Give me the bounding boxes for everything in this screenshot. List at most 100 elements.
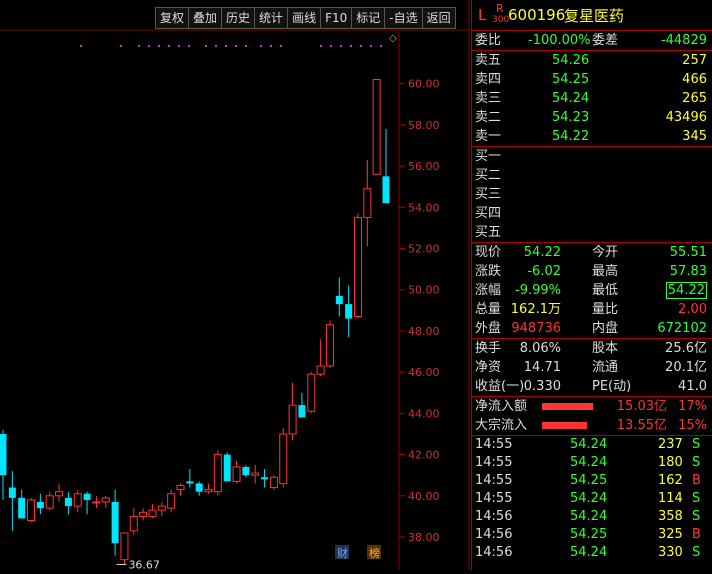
candlestick-chart[interactable]: 38.00 40.00 42.00 44.00 46.00 48.00 50.00 52.00… — [0, 0, 470, 571]
candle-body-up[interactable] — [129, 515, 138, 532]
candle-body-up[interactable] — [353, 217, 362, 317]
low-marker-label: 36.67 — [128, 558, 160, 570]
fundamental-label: 净资 — [475, 360, 502, 375]
event-dot — [158, 45, 160, 47]
fundamental-value: 20.1亿 — [665, 360, 707, 375]
fundamental-value: 41.0 — [678, 379, 707, 394]
entrust-diff-label: 委差 — [592, 33, 619, 48]
overlay-button[interactable]: 叠加 — [188, 7, 223, 29]
bid-level-label: 买一 — [475, 149, 502, 164]
candle-body-up[interactable] — [92, 501, 101, 504]
market-flag: L — [478, 6, 487, 24]
event-dot — [80, 45, 82, 47]
candle-body-up[interactable] — [73, 493, 82, 507]
candle-body-up[interactable] — [139, 511, 148, 517]
tick-time: 14:55 — [475, 455, 513, 470]
candle-body-up[interactable] — [45, 495, 54, 509]
candle-body-down[interactable] — [335, 295, 343, 305]
bid-level-label: 买四 — [475, 206, 502, 221]
remove-watchlist-button[interactable]: -自选 — [384, 7, 423, 29]
chart-canvas: 38.00 40.00 42.00 44.00 46.00 48.00 50.00 52.00… — [0, 0, 470, 571]
candle-body-down[interactable] — [83, 493, 91, 500]
candle-body-up[interactable] — [316, 365, 325, 375]
ask-price: 54.22 — [552, 129, 590, 144]
candle-body-down[interactable] — [111, 501, 119, 544]
candle-body-down[interactable] — [298, 405, 306, 418]
flow-amount: 13.55亿 — [616, 418, 667, 433]
candle-body-down[interactable] — [64, 497, 72, 507]
quote-value: 55.51 — [669, 245, 707, 260]
event-dot — [260, 45, 262, 47]
event-dot — [215, 45, 217, 47]
candle-body-up[interactable] — [101, 497, 110, 503]
ask-price: 54.24 — [552, 91, 590, 106]
candle-body-down[interactable] — [18, 497, 26, 519]
quote-label: 涨跌 — [475, 264, 502, 279]
draw-line-button[interactable]: 画线 — [287, 7, 322, 29]
y-tick-label: 40.00 — [408, 490, 440, 503]
bid-row: 买二 — [472, 166, 712, 185]
candle-body-down[interactable] — [195, 483, 203, 492]
candle-body-down[interactable] — [261, 477, 269, 480]
candle-body-down[interactable] — [345, 304, 353, 319]
candle-body-up[interactable] — [167, 493, 176, 509]
tick-volume: 358 — [658, 509, 683, 524]
y-tick-label: 50.00 — [408, 284, 440, 297]
candle-body-up[interactable] — [269, 476, 278, 489]
candle-body-up[interactable] — [148, 509, 157, 517]
event-dot — [245, 45, 247, 47]
candle-body-down[interactable] — [8, 487, 16, 498]
fundamental-value: 8.06% — [519, 341, 561, 356]
candle-body-up[interactable] — [307, 373, 316, 412]
quote-value: 672102 — [657, 321, 707, 336]
candle-body-up[interactable] — [120, 532, 129, 561]
f10-button[interactable]: F10 — [320, 7, 353, 29]
quote-stats: 现价 54.22 今开 55.51 涨跌 -6.02 最高 57.83 涨幅 -9.99% 最低 54… — [472, 243, 712, 339]
quote-label: 今开 — [592, 245, 619, 260]
quote-value: 162.1万 — [510, 302, 561, 317]
candle-body-up[interactable] — [372, 78, 381, 175]
candle-body-up[interactable] — [279, 433, 288, 484]
back-button[interactable]: 返回 — [421, 7, 456, 29]
candle-body-down[interactable] — [223, 454, 231, 482]
candle-body-down[interactable] — [186, 481, 194, 484]
ask-book: 卖五 54.26 257 卖四 54.25 466 卖三 54.24 265 卖二 54.23 434… — [472, 51, 712, 147]
r-flag: R — [496, 2, 504, 15]
tick-price: 54.24 — [570, 437, 608, 452]
candle-body-up[interactable] — [157, 505, 166, 511]
chart-toolbar: 复权 叠加 历史 统计 画线 F10 标记 -自选 返回 — [155, 7, 456, 29]
candle-body-up[interactable] — [213, 454, 222, 493]
tick-row: 14:55 54.24 114 S — [472, 490, 712, 508]
candle-body-down[interactable] — [0, 433, 7, 476]
fuquan-button[interactable]: 复权 — [155, 7, 190, 29]
candle-body-up[interactable] — [251, 472, 260, 476]
fundamental-label: PE(动) — [592, 379, 632, 394]
tick-price: 54.24 — [570, 455, 608, 470]
tick-time: 14:55 — [475, 437, 513, 452]
quote-value: 948736 — [511, 321, 561, 336]
event-dot — [188, 45, 190, 47]
quote-value: -6.02 — [527, 264, 561, 279]
mark-button[interactable]: 标记 — [351, 7, 386, 29]
candle-body-up[interactable] — [363, 188, 372, 219]
candle-body-up[interactable] — [204, 489, 213, 493]
candle-body-up[interactable] — [55, 491, 64, 497]
candle-body-up[interactable] — [27, 499, 36, 522]
stats-button[interactable]: 统计 — [254, 7, 289, 29]
fundamental-label: 换手 — [475, 341, 502, 356]
tick-volume: 237 — [658, 437, 683, 452]
candle-body-up[interactable] — [288, 404, 297, 435]
history-button[interactable]: 历史 — [221, 7, 256, 29]
candle-body-down[interactable] — [242, 466, 250, 476]
candle-body-up[interactable] — [232, 466, 241, 482]
candle-body-down[interactable] — [382, 176, 390, 204]
candle-body-up[interactable] — [176, 484, 185, 491]
candle-body-down[interactable] — [36, 501, 44, 509]
candle-body-up[interactable] — [325, 324, 334, 367]
diamond-icon: ◇ — [389, 33, 397, 44]
tick-row: 14:55 54.25 162 B — [472, 472, 712, 490]
stock-code: 600196 — [508, 6, 566, 24]
bid-row: 买一 — [472, 147, 712, 166]
r-flag-num: 300 — [492, 15, 510, 25]
tick-volume: 330 — [658, 545, 683, 560]
